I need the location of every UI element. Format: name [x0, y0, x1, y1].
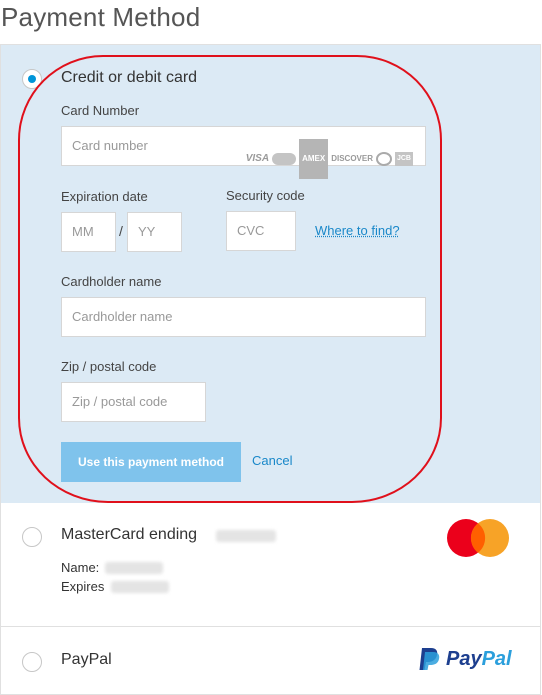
credit-card-option: Credit or debit card Card Number Card nu…: [1, 45, 540, 503]
redacted-expiry: [111, 581, 169, 593]
card-number-placeholder: Card number: [72, 138, 148, 153]
payment-method-list: Credit or debit card Card Number Card nu…: [0, 44, 541, 695]
paypal-option-label: PayPal: [61, 651, 112, 668]
date-separator: /: [119, 223, 123, 239]
mastercard-logo-icon: [447, 519, 509, 557]
redacted-card-digits: [216, 530, 276, 542]
zip-label: Zip / postal code: [61, 359, 157, 374]
mastercard-name-label: Name:: [61, 560, 100, 575]
cvc-input[interactable]: CVC: [226, 211, 296, 251]
mastercard-icon: [272, 153, 297, 165]
paypal-radio[interactable]: [22, 652, 42, 672]
expiration-label: Expiration date: [61, 189, 148, 204]
diners-icon: [376, 152, 392, 166]
cardholder-label: Cardholder name: [61, 274, 162, 289]
where-to-find-link[interactable]: Where to find?: [315, 223, 400, 238]
paypal-option: PayPal PayPal: [1, 627, 540, 695]
discover-icon: DISCOVER: [331, 154, 373, 163]
mastercard-radio[interactable]: [22, 527, 42, 547]
mastercard-expires-label: Expires: [61, 579, 105, 594]
cardholder-input[interactable]: Cardholder name: [61, 297, 426, 337]
security-code-label: Security code: [226, 188, 305, 203]
page-title: Payment Method: [1, 2, 201, 32]
credit-card-option-label: Credit or debit card: [61, 69, 198, 86]
credit-card-radio[interactable]: [22, 69, 42, 89]
visa-icon: VISA: [245, 153, 270, 164]
amex-icon: AMEX: [299, 139, 329, 179]
paypal-wordmark: PayPal: [446, 647, 512, 670]
card-number-label: Card Number: [61, 103, 140, 118]
card-brand-logos: VISA AMEX DISCOVER JCB: [246, 139, 413, 179]
mastercard-option-label: MasterCard ending: [61, 526, 198, 543]
paypal-p-icon: [419, 648, 440, 670]
zip-input[interactable]: Zip / postal code: [61, 382, 206, 422]
card-number-input[interactable]: Card number VISA AMEX DISCOVER JCB: [61, 126, 426, 179]
jcb-icon: JCB: [395, 152, 413, 166]
use-payment-method-button[interactable]: Use this payment method: [61, 442, 241, 482]
paypal-logo: PayPal: [418, 647, 512, 671]
cancel-button[interactable]: Cancel: [252, 453, 292, 468]
redacted-name: [105, 562, 163, 574]
expiration-year-input[interactable]: YY: [127, 212, 182, 252]
expiration-month-input[interactable]: MM: [61, 212, 116, 252]
mastercard-option: MasterCard ending Name: Expires: [1, 503, 540, 627]
